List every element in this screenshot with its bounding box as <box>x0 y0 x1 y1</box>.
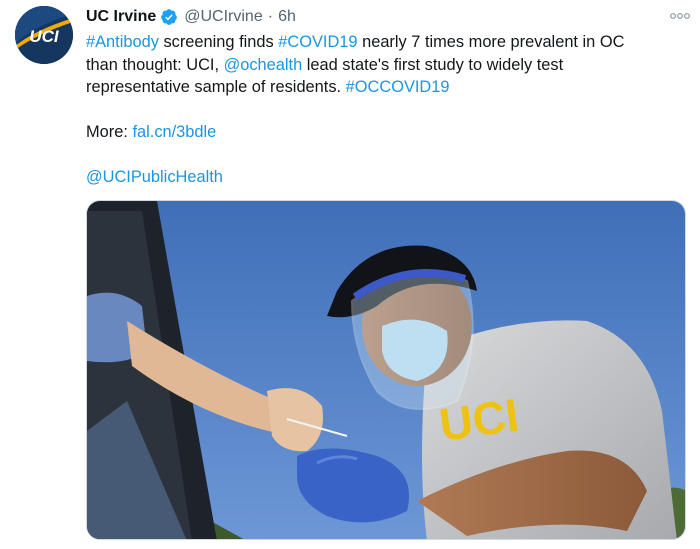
handle[interactable]: @UCIrvine <box>184 8 262 26</box>
avatar[interactable]: UCI <box>15 6 73 64</box>
text-segment: nearly 7 times more prevalent in OC <box>357 33 625 51</box>
verified-badge-icon <box>160 8 178 26</box>
hashtag-occovid19[interactable]: #OCCOVID19 <box>346 78 450 96</box>
tweet-photo[interactable]: UCI <box>86 200 686 540</box>
text-segment: representative sample of residents. <box>86 78 346 96</box>
uci-logo-icon: UCI <box>15 6 73 64</box>
tweet-text-line: representative sample of residents. #OCC… <box>86 76 686 99</box>
mention-ochealth[interactable]: @ochealth <box>224 56 303 74</box>
more-options-icon[interactable] <box>668 4 692 28</box>
more-line: More: fal.cn/3bdle <box>86 121 686 144</box>
text-segment: lead state's first study to widely test <box>302 55 564 74</box>
hashtag-covid19[interactable]: #COVID19 <box>278 33 357 51</box>
timestamp[interactable]: 6h <box>278 8 296 26</box>
tweet-text-line: #Antibody screening finds #COVID19 nearl… <box>86 31 686 54</box>
tweet-header: UC Irvine @UCIrvine · 6h <box>86 6 296 28</box>
tweet[interactable]: UCI UC Irvine @UCIrvine · 6h #Antibody s… <box>0 0 700 549</box>
text-segment: than thought: UCI, <box>86 55 224 74</box>
tweet-text-line: than thought: UCI, @ochealth lead state'… <box>86 54 686 77</box>
more-label: More: <box>86 123 133 141</box>
hashtag-antibody[interactable]: #Antibody <box>86 33 159 51</box>
text-segment: screening finds <box>158 33 279 51</box>
mention-uci-public-health[interactable]: @UCIPublicHealth <box>86 168 223 186</box>
separator-dot: · <box>267 8 274 25</box>
display-name[interactable]: UC Irvine <box>86 8 156 26</box>
mention-line: @UCIPublicHealth <box>86 166 686 189</box>
tweet-text: #Antibody screening finds #COVID19 nearl… <box>86 31 686 189</box>
avatar-text: UCI <box>29 27 60 46</box>
external-link[interactable]: fal.cn/3bdle <box>132 123 216 141</box>
covid-test-photo: UCI <box>87 201 685 539</box>
